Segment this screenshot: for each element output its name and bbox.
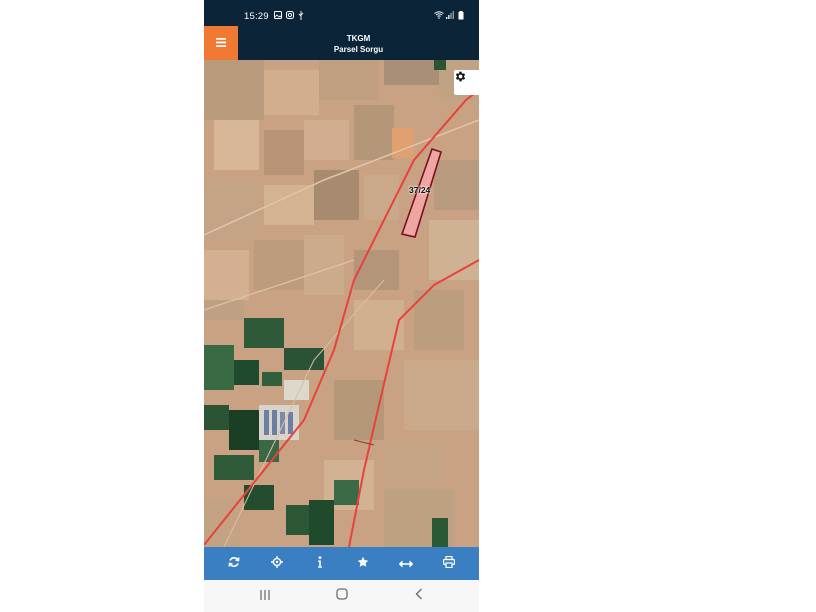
home-icon (336, 587, 348, 605)
status-bar: 15:29 (204, 0, 479, 26)
recent-apps-icon (259, 587, 271, 605)
app-title-line2: Parsel Sorgu (333, 45, 384, 54)
home-button[interactable] (327, 586, 357, 606)
recent-apps-button[interactable] (250, 586, 280, 606)
print-icon (443, 555, 456, 571)
favorite-button[interactable] (348, 549, 378, 579)
app-bar: TKGM Parsel Sorgu (204, 26, 479, 60)
menu-button[interactable] (204, 26, 238, 60)
hamburger-menu-icon (216, 34, 226, 52)
measure-button[interactable] (391, 549, 421, 579)
measure-icon (398, 557, 414, 571)
map-imagery (204, 60, 479, 547)
satellite-map[interactable]: 37/24 (204, 60, 479, 547)
info-icon (317, 556, 323, 571)
app-title: TKGM Parsel Sorgu (238, 33, 479, 55)
usb-icon (298, 11, 304, 23)
gallery-icon (274, 11, 282, 22)
signal-icon (446, 11, 454, 22)
locate-button[interactable] (262, 549, 292, 579)
battery-icon (458, 11, 464, 23)
parcel-label[interactable]: 37/24 (409, 185, 430, 195)
wifi-icon (434, 11, 444, 22)
star-icon (357, 556, 369, 571)
print-button[interactable] (434, 549, 464, 579)
settings-button[interactable] (454, 70, 479, 95)
back-icon (415, 587, 423, 605)
locate-icon (270, 556, 283, 571)
android-nav-bar (204, 580, 479, 612)
app-title-line1: TKGM (346, 34, 371, 43)
phone-screen: 15:29 TKGM Parsel Sorgu 37/24 (204, 0, 479, 612)
back-button[interactable] (404, 586, 434, 606)
info-button[interactable] (305, 549, 335, 579)
refresh-icon (228, 556, 240, 571)
instagram-icon (286, 11, 294, 22)
bottom-toolbar (204, 547, 479, 580)
status-time: 15:29 (244, 11, 269, 22)
refresh-button[interactable] (219, 549, 249, 579)
